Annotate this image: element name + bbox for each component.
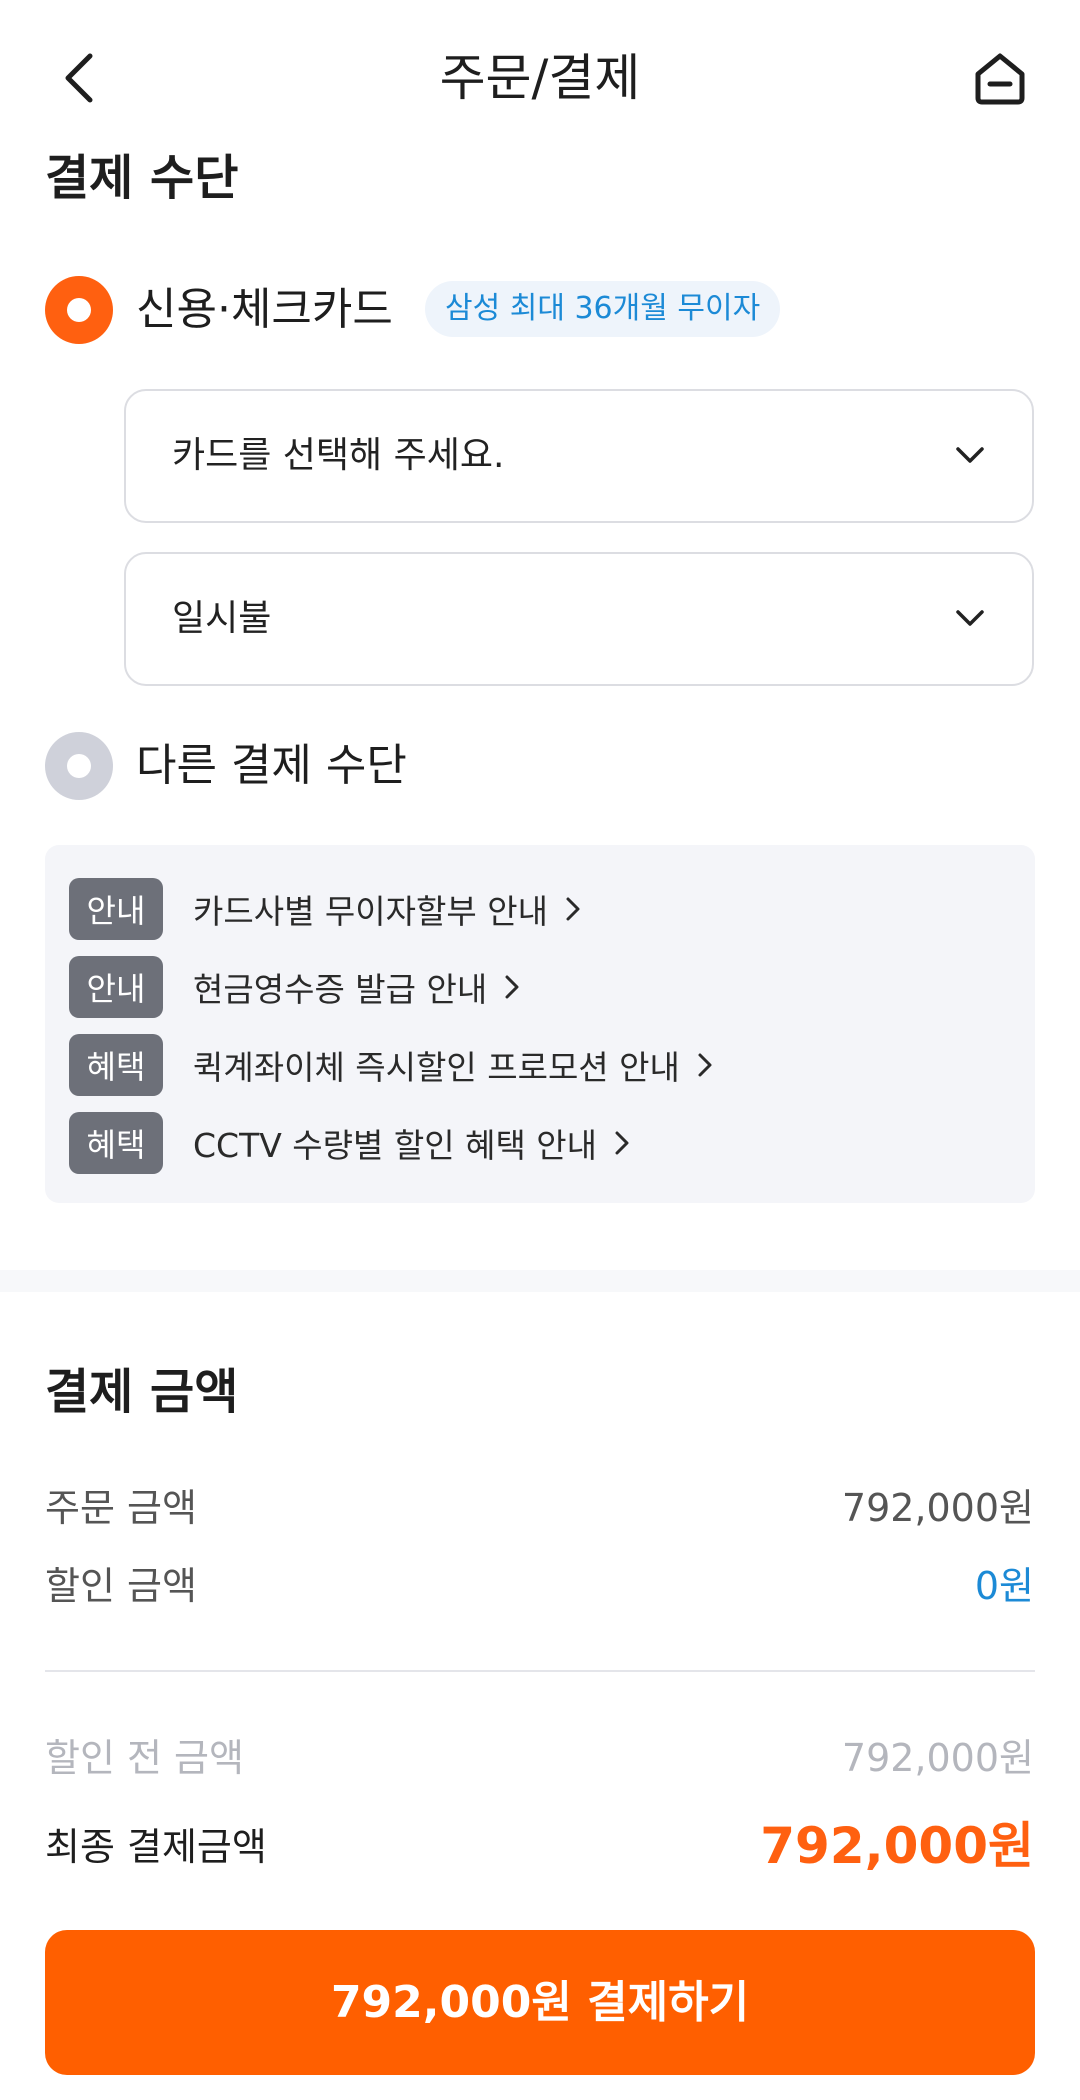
amount-divider [45,1670,1035,1672]
notice-text: 카드사별 무이자할부 안내 [193,892,548,931]
before-discount-value: 792,000원 [841,1736,1034,1780]
discount-amount-label: 할인 금액 [45,1564,197,1608]
notice-item[interactable]: 안내 현금영수증 발급 안내 [69,955,525,1019]
card-option-label[interactable]: 신용·체크카드 [136,282,393,338]
home-icon [975,53,1025,105]
notice-text: 퀵계좌이체 즉시할인 프로모션 안내 [193,1048,680,1087]
page-title: 주문/결제 [439,49,641,107]
card-select[interactable]: 카드를 선택해 주세요. [124,389,1034,523]
order-amount-label: 주문 금액 [45,1486,197,1530]
notice-tag: 혜택 [69,1112,163,1174]
home-button[interactable] [972,50,1028,106]
other-method-radio[interactable] [45,732,113,800]
final-amount-value: 792,000원 [760,1817,1034,1875]
section-divider [0,1270,1080,1292]
chevron-right-icon [698,1053,712,1077]
chevron-right-icon [505,975,519,999]
payment-amount-title: 결제 금액 [45,1364,239,1420]
promo-badge: 삼성 최대 36개월 무이자 [425,281,781,337]
card-select-value: 카드를 선택해 주세요. [172,435,505,476]
radio-dot [67,754,91,778]
before-discount-label: 할인 전 금액 [45,1736,244,1780]
notice-tag: 혜택 [69,1034,163,1096]
card-radio[interactable] [45,276,113,344]
notice-tag: 안내 [69,956,163,1018]
notice-item[interactable]: 혜택 CCTV 수량별 할인 혜택 안내 [69,1111,635,1175]
notice-item[interactable]: 혜택 퀵계좌이체 즉시할인 프로모션 안내 [69,1033,718,1097]
payment-method-title: 결제 수단 [45,150,239,206]
installment-select-value: 일시불 [172,598,272,639]
chevron-down-icon [956,610,984,626]
radio-dot [67,298,91,322]
notice-text: CCTV 수량별 할인 혜택 안내 [193,1126,598,1165]
other-method-label[interactable]: 다른 결제 수단 [136,738,407,794]
notice-box: 안내 카드사별 무이자할부 안내 안내 현금영수증 발급 안내 혜택 퀵계좌이체… [45,845,1035,1203]
notice-text: 현금영수증 발급 안내 [193,970,488,1009]
chevron-down-icon [956,447,984,463]
notice-tag: 안내 [69,878,163,940]
app-header: 주문/결제 [0,0,1080,156]
chevron-right-icon [615,1131,629,1155]
installment-select[interactable]: 일시불 [124,552,1034,686]
pay-button[interactable]: 792,000원 결제하기 [45,1930,1035,2075]
final-amount-label: 최종 결제금액 [45,1825,267,1869]
order-amount-value: 792,000원 [841,1486,1034,1530]
notice-item[interactable]: 안내 카드사별 무이자할부 안내 [69,877,586,941]
chevron-right-icon [566,897,580,921]
discount-amount-value: 0원 [974,1564,1034,1608]
